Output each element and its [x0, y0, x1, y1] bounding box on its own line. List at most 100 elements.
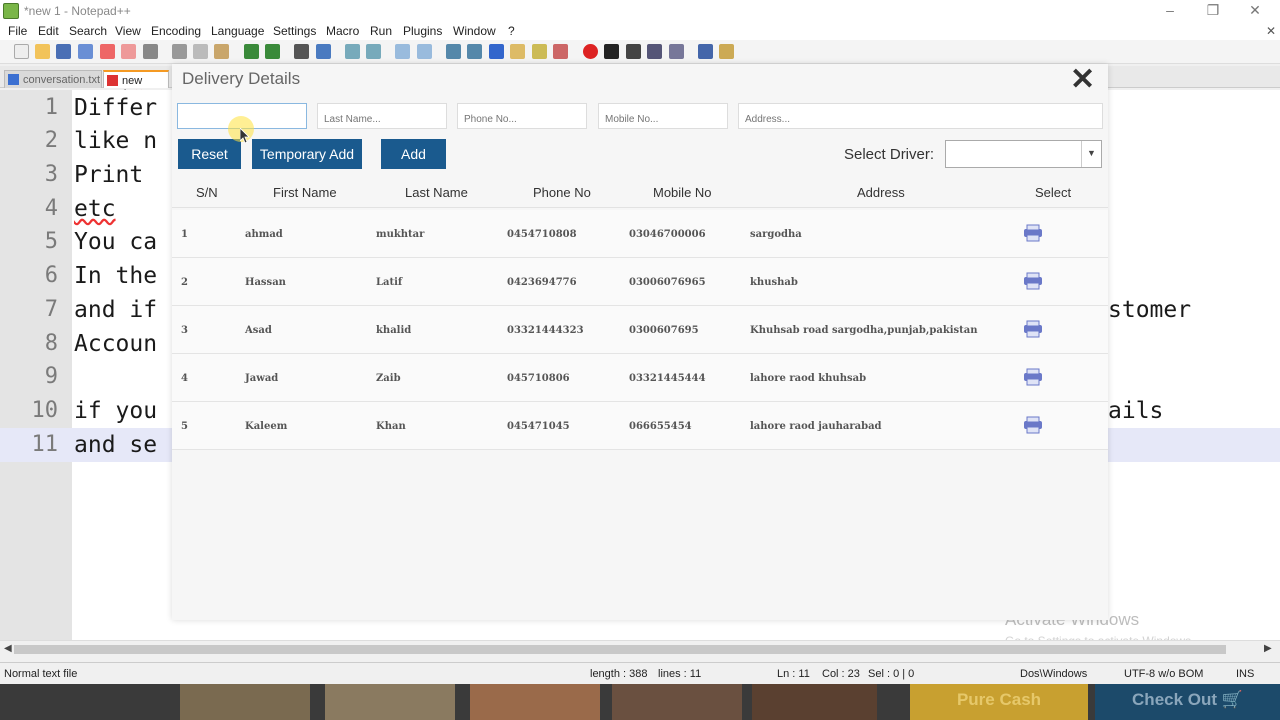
select-row-icon[interactable]: [1023, 320, 1043, 338]
menu-plugins[interactable]: Plugins: [403, 24, 442, 38]
editor-text-fragment: stomer: [1108, 297, 1192, 323]
mobile-input[interactable]: [598, 103, 728, 129]
play-macro-icon[interactable]: [626, 44, 641, 59]
close-window-button[interactable]: ✕: [1245, 2, 1265, 19]
pure-cash-button[interactable]: Pure Cash: [910, 684, 1088, 720]
paste-icon[interactable]: [214, 44, 229, 59]
close-icon[interactable]: ✕: [1070, 62, 1095, 97]
zoom-out-icon[interactable]: [366, 44, 381, 59]
close-icon[interactable]: [100, 44, 115, 59]
record-macro-icon[interactable]: [583, 44, 598, 59]
open-file-icon[interactable]: [35, 44, 50, 59]
column-header[interactable]: S/N: [196, 185, 218, 200]
redo-icon[interactable]: [265, 44, 280, 59]
address-input[interactable]: [738, 103, 1103, 129]
menu-view[interactable]: View: [115, 24, 141, 38]
add-button[interactable]: Add: [381, 139, 446, 169]
table-row[interactable]: 5 Kaleem Khan 045471045 066655454 lahore…: [172, 402, 1108, 450]
column-header[interactable]: First Name: [273, 185, 337, 200]
new-file-icon[interactable]: [14, 44, 29, 59]
status-lines: lines : 11: [658, 668, 702, 680]
tab-new1[interactable]: new 1✕: [103, 70, 169, 100]
menu-macro[interactable]: Macro: [326, 24, 359, 38]
reset-button[interactable]: Reset: [178, 139, 241, 169]
menu-window[interactable]: Window: [453, 24, 496, 38]
cart-icon: 🛒: [1221, 690, 1243, 709]
save-all-icon[interactable]: [78, 44, 93, 59]
select-row-icon[interactable]: [1023, 224, 1043, 242]
doc-map-icon[interactable]: [532, 44, 547, 59]
run-macro-multiple-icon[interactable]: [647, 44, 662, 59]
menu-bar: File Edit Search View Encoding Language …: [0, 22, 1280, 40]
sync-horizontal-icon[interactable]: [417, 44, 432, 59]
select-driver-dropdown[interactable]: ▼: [945, 140, 1102, 168]
notepad-app-icon: [3, 3, 19, 19]
column-header[interactable]: Select: [1035, 185, 1071, 200]
menu-edit[interactable]: Edit: [38, 24, 59, 38]
food-thumbnail[interactable]: [612, 684, 742, 720]
cut-icon[interactable]: [172, 44, 187, 59]
menu-help[interactable]: ?: [508, 24, 515, 38]
status-length: length : 388: [590, 668, 648, 680]
table-row[interactable]: 3 Asad khalid 03321444323 0300607695 Khu…: [172, 306, 1108, 354]
food-thumbnail[interactable]: [325, 684, 455, 720]
spellcheck-icon[interactable]: [698, 44, 713, 59]
find-icon[interactable]: [294, 44, 309, 59]
editor-text-fragment: ails: [1108, 398, 1164, 424]
temporary-add-button[interactable]: Temporary Add: [252, 139, 362, 169]
chevron-down-icon[interactable]: ▼: [1081, 141, 1101, 167]
table-row[interactable]: 4 Jawad Zaib 045710806 03321445444 lahor…: [172, 354, 1108, 402]
column-header[interactable]: Mobile No: [653, 185, 712, 200]
zoom-in-icon[interactable]: [345, 44, 360, 59]
status-column: Col : 23: [822, 668, 860, 680]
scroll-left-icon[interactable]: ◀: [4, 643, 12, 654]
show-all-chars-icon[interactable]: [467, 44, 482, 59]
column-header[interactable]: Phone No: [533, 185, 591, 200]
scrollbar-thumb[interactable]: [14, 645, 1226, 654]
print-icon[interactable]: [143, 44, 158, 59]
sync-vertical-icon[interactable]: [395, 44, 410, 59]
status-filetype: Normal text file: [4, 668, 78, 680]
select-row-icon[interactable]: [1023, 416, 1043, 434]
stop-macro-icon[interactable]: [604, 44, 619, 59]
copy-icon[interactable]: [193, 44, 208, 59]
indent-guide-icon[interactable]: [489, 44, 504, 59]
menu-run[interactable]: Run: [370, 24, 392, 38]
scroll-right-icon[interactable]: ▶: [1264, 643, 1272, 654]
background-app-strip: Pure Cash Check Out 🛒: [0, 684, 1280, 720]
close-all-icon[interactable]: [121, 44, 136, 59]
menu-search[interactable]: Search: [69, 24, 107, 38]
menu-file[interactable]: File: [8, 24, 27, 38]
function-list-icon[interactable]: [553, 44, 568, 59]
horizontal-scrollbar[interactable]: ◀ ▶: [0, 640, 1280, 658]
menu-settings[interactable]: Settings: [273, 24, 316, 38]
menu-language[interactable]: Language: [211, 24, 264, 38]
minimize-button[interactable]: –: [1160, 2, 1180, 18]
replace-icon[interactable]: [316, 44, 331, 59]
food-thumbnail[interactable]: [180, 684, 310, 720]
food-thumbnail[interactable]: [752, 684, 877, 720]
close-document-icon[interactable]: ✕: [1266, 24, 1276, 38]
tab-conversation[interactable]: conversation.txt: [4, 70, 102, 88]
plugin-icon[interactable]: [719, 44, 734, 59]
column-header[interactable]: Last Name: [405, 185, 468, 200]
select-row-icon[interactable]: [1023, 368, 1043, 386]
language-icon[interactable]: [510, 44, 525, 59]
word-wrap-icon[interactable]: [446, 44, 461, 59]
select-driver-label: Select Driver:: [844, 146, 935, 163]
food-thumbnail[interactable]: [470, 684, 600, 720]
last-name-input[interactable]: [317, 103, 447, 129]
phone-input[interactable]: [457, 103, 587, 129]
table-row[interactable]: 2 Hassan Latif 0423694776 03006076965 kh…: [172, 258, 1108, 306]
menu-encoding[interactable]: Encoding: [151, 24, 201, 38]
select-row-icon[interactable]: [1023, 272, 1043, 290]
save-macro-icon[interactable]: [669, 44, 684, 59]
restore-button[interactable]: ❐: [1203, 2, 1223, 19]
undo-icon[interactable]: [244, 44, 259, 59]
status-eol: Dos\Windows: [1020, 668, 1088, 680]
save-icon[interactable]: [56, 44, 71, 59]
table-header: S/N First Name Last Name Phone No Mobile…: [172, 176, 1108, 208]
table-row[interactable]: 1 ahmad mukhtar 0454710808 03046700006 s…: [172, 210, 1108, 258]
column-header[interactable]: Address: [857, 185, 905, 200]
check-out-button[interactable]: Check Out 🛒: [1095, 684, 1280, 720]
